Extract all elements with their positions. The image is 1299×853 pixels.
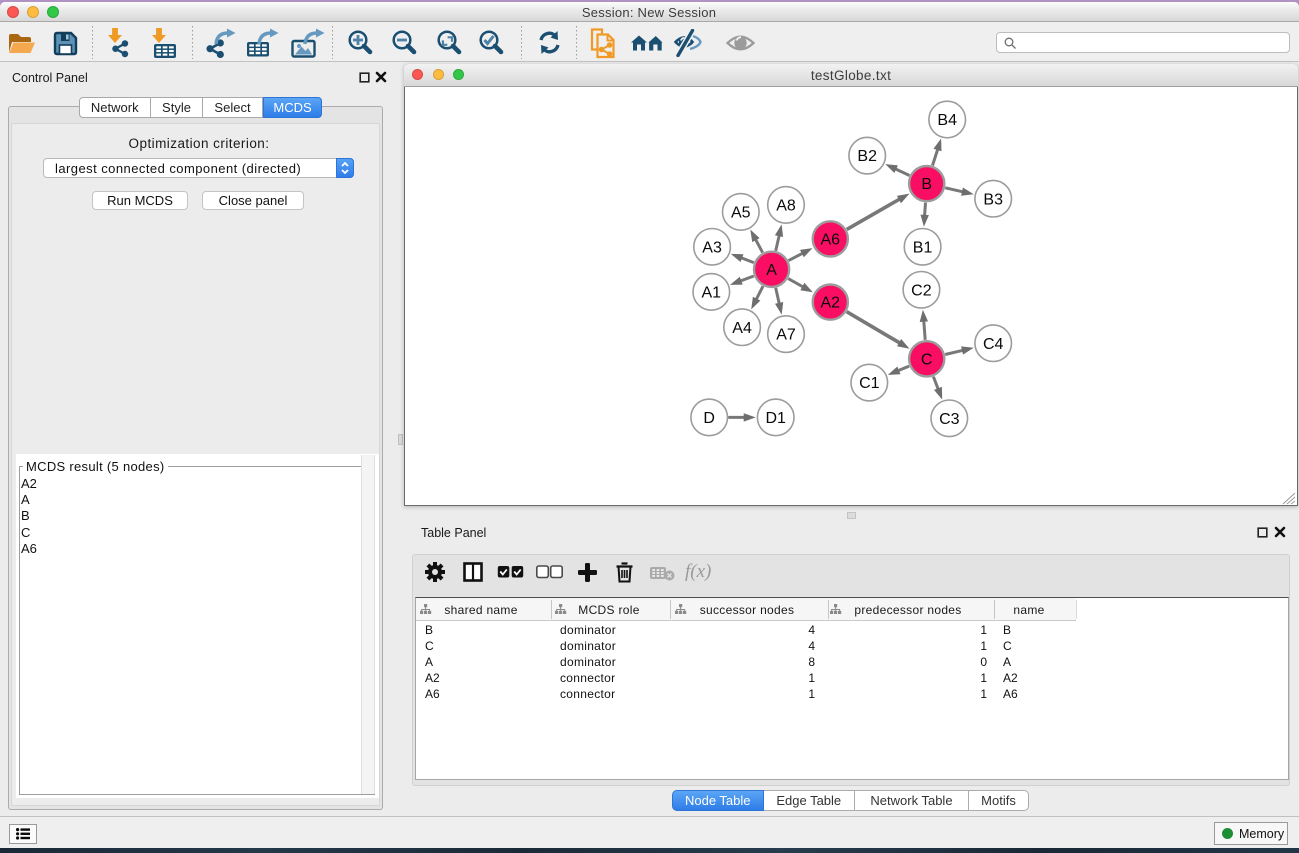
svg-text:A2: A2: [821, 295, 841, 312]
svg-text:C1: C1: [859, 375, 880, 392]
svg-text:C3: C3: [939, 411, 960, 428]
svg-text:A1: A1: [702, 285, 722, 302]
svg-text:B3: B3: [983, 191, 1003, 208]
svg-text:C: C: [921, 351, 933, 368]
svg-text:A4: A4: [732, 320, 752, 337]
svg-text:D: D: [703, 410, 715, 427]
svg-text:B4: B4: [937, 112, 957, 129]
svg-text:A5: A5: [731, 205, 751, 222]
svg-text:B: B: [921, 176, 932, 193]
svg-text:A7: A7: [776, 327, 796, 344]
svg-text:B2: B2: [857, 148, 877, 165]
svg-text:D1: D1: [765, 410, 786, 427]
svg-text:C2: C2: [911, 282, 932, 299]
svg-text:A3: A3: [702, 239, 722, 256]
svg-text:A6: A6: [821, 232, 841, 249]
svg-text:A8: A8: [776, 198, 796, 215]
svg-text:B1: B1: [913, 239, 933, 256]
svg-text:A: A: [766, 262, 777, 279]
svg-text:C4: C4: [983, 336, 1004, 353]
